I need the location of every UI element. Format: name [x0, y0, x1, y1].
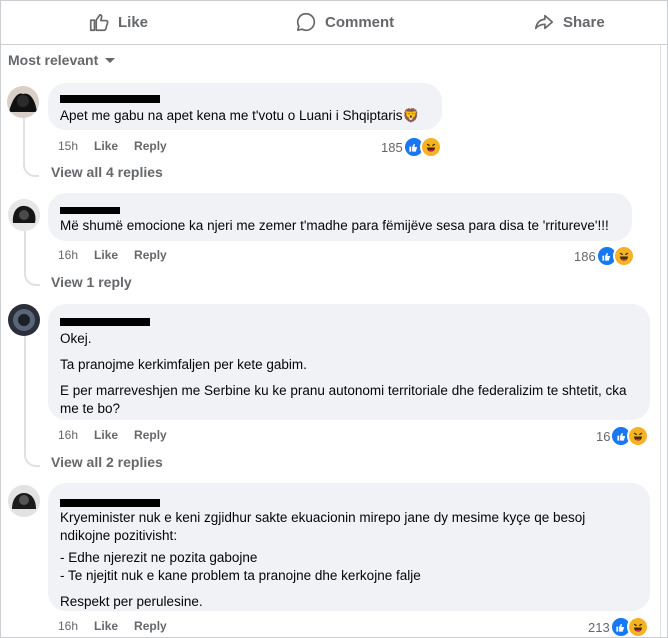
- comment-reply-button[interactable]: Reply: [134, 139, 167, 153]
- comment-author[interactable]: [60, 491, 638, 507]
- comment-icon: [295, 11, 317, 33]
- comment-meta: 16h Like Reply: [58, 248, 167, 262]
- redacted-author-name: [60, 499, 160, 507]
- reply-thread-line: [23, 118, 39, 177]
- caret-down-icon: [104, 52, 116, 68]
- avatar[interactable]: [7, 86, 39, 118]
- comment-bubble: Apet me gabu na apet kena me t'votu o Lu…: [48, 83, 442, 130]
- comment-author[interactable]: [60, 201, 620, 217]
- share-label: Share: [563, 13, 605, 31]
- comment-paragraph: - Te njejtit nuk e kane problem ta prano…: [60, 568, 421, 583]
- view-replies-link[interactable]: View all 4 replies: [51, 164, 163, 180]
- thumbs-up-icon: [88, 11, 110, 33]
- comment-bubble: Kryeminister nuk e keni zgjidhur sakte e…: [48, 483, 650, 611]
- view-replies-link[interactable]: View 1 reply: [51, 274, 132, 290]
- comment-text: Apet me gabu na apet kena me t'votu o Lu…: [60, 108, 420, 123]
- comment-paragraph: Kryeminister nuk e keni zgjidhur sakte e…: [60, 510, 586, 543]
- comment-reactions[interactable]: 186: [574, 245, 635, 267]
- view-replies-link[interactable]: View all 2 replies: [51, 454, 163, 470]
- comment-text: Kryeminister nuk e keni zgjidhur sakte e…: [60, 509, 638, 611]
- redacted-author-name: [60, 95, 160, 103]
- comment-text: Okej. Ta pranojme kerkimfaljen per kete …: [60, 330, 638, 418]
- comment-bubble: Okej. Ta pranojme kerkimfaljen per kete …: [48, 304, 650, 420]
- post-action-bar: Like Comment Share: [0, 0, 668, 45]
- comment-timestamp[interactable]: 15h: [58, 139, 78, 153]
- haha-reaction-icon: [627, 425, 650, 447]
- comment-bubble: Më shumë emocione ka njeri me zemer t'ma…: [48, 193, 632, 241]
- comment-timestamp[interactable]: 16h: [58, 428, 78, 442]
- reaction-count: 213: [588, 619, 610, 635]
- avatar[interactable]: [8, 485, 40, 517]
- avatar[interactable]: [8, 304, 40, 336]
- comment-reactions[interactable]: 213: [588, 616, 649, 638]
- comment-meta: 16h Like Reply: [58, 619, 167, 633]
- comment-author[interactable]: [60, 312, 638, 328]
- haha-reaction-icon: [419, 136, 442, 158]
- comment-paragraph: - Edhe njerezit ne pozita gabojne: [60, 550, 258, 565]
- comment-reply-button[interactable]: Reply: [134, 619, 167, 633]
- comment-like-button[interactable]: Like: [94, 139, 118, 153]
- comment-like-button[interactable]: Like: [94, 248, 118, 262]
- comment-meta: 16h Like Reply: [58, 428, 167, 442]
- comment-button[interactable]: Comment: [295, 0, 394, 44]
- sort-label: Most relevant: [8, 52, 99, 68]
- comment-label: Comment: [325, 13, 395, 31]
- comment-sort-dropdown[interactable]: Most relevant: [8, 52, 116, 68]
- share-button[interactable]: Share: [533, 0, 605, 44]
- comment-timestamp[interactable]: 16h: [58, 619, 78, 633]
- comment-paragraph: Respekt per perulesine.: [60, 594, 203, 609]
- comment-reactions[interactable]: 185: [381, 136, 442, 158]
- avatar[interactable]: [8, 199, 40, 231]
- like-button[interactable]: Like: [88, 0, 148, 44]
- redacted-author-name: [60, 207, 120, 214]
- like-label: Like: [118, 13, 149, 31]
- reply-thread-line: [24, 336, 40, 467]
- reaction-count: 186: [574, 248, 596, 264]
- comment-author[interactable]: [60, 91, 430, 107]
- haha-reaction-icon: [626, 616, 649, 638]
- comment-paragraph: Ta pranojme kerkimfaljen per kete gabim.: [60, 357, 307, 372]
- comment-reply-button[interactable]: Reply: [134, 428, 167, 442]
- panel-edge: [660, 44, 661, 638]
- reaction-count: 185: [381, 139, 403, 155]
- redacted-author-name: [60, 318, 150, 326]
- share-icon: [533, 11, 555, 33]
- comment-meta: 15h Like Reply: [58, 139, 167, 153]
- comment-like-button[interactable]: Like: [94, 619, 118, 633]
- reaction-count: 16: [596, 428, 611, 444]
- comment-like-button[interactable]: Like: [94, 428, 118, 442]
- comment-reply-button[interactable]: Reply: [134, 248, 167, 262]
- comment-timestamp[interactable]: 16h: [58, 248, 78, 262]
- haha-reaction-icon: [612, 245, 635, 267]
- comment-paragraph: Okej.: [60, 331, 92, 346]
- comment-paragraph: E per marreveshjen me Serbine ku ke pran…: [60, 383, 627, 416]
- comment-reactions[interactable]: 16: [596, 425, 650, 447]
- comment-text: Më shumë emocione ka njeri me zemer t'ma…: [60, 218, 609, 233]
- reply-thread-line: [24, 231, 40, 286]
